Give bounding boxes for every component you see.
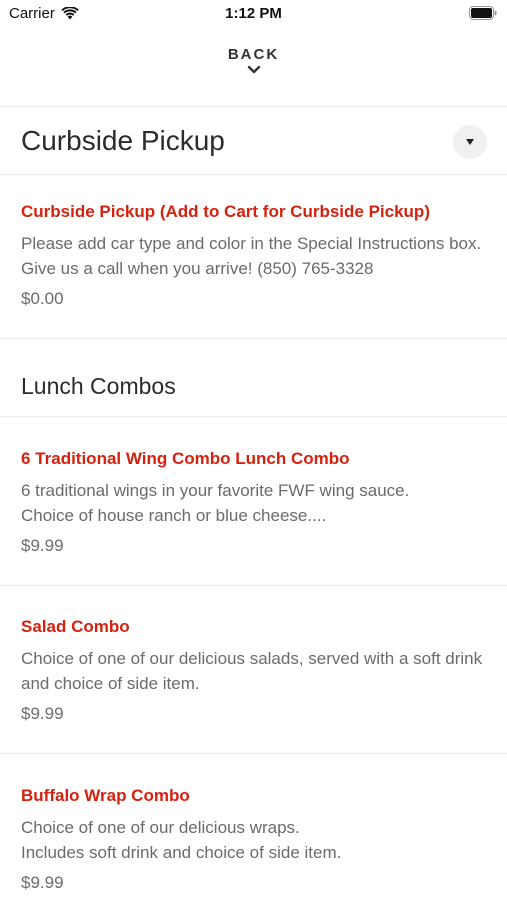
- back-button[interactable]: BACK: [0, 46, 507, 75]
- item-price: $9.99: [21, 704, 64, 723]
- caret-down-icon: [466, 139, 474, 145]
- section-title-lunch-combos: Lunch Combos: [21, 373, 176, 399]
- divider: [0, 106, 507, 107]
- menu-item-buffalo-wrap-combo[interactable]: Buffalo Wrap Combo Choice of one of our …: [21, 785, 491, 895]
- divider: [0, 753, 507, 754]
- section-dropdown-button[interactable]: [453, 125, 487, 159]
- menu-item-wing-combo[interactable]: 6 Traditional Wing Combo Lunch Combo 6 t…: [21, 448, 491, 558]
- item-name: Curbside Pickup (Add to Cart for Curbsid…: [21, 202, 430, 221]
- back-label: BACK: [227, 46, 280, 63]
- status-time: 1:12 PM: [225, 5, 282, 22]
- item-name: Salad Combo: [21, 617, 130, 636]
- item-description: 6 traditional wings in your favorite FWF…: [21, 481, 410, 525]
- item-description: Choice of one of our delicious salads, s…: [21, 649, 483, 693]
- divider: [0, 416, 507, 417]
- status-bar: Carrier 1:12 PM: [0, 0, 507, 30]
- item-price: $0.00: [21, 289, 64, 308]
- item-description: Choice of one of our delicious wraps. In…: [21, 818, 342, 862]
- chevron-down-icon: [247, 65, 260, 74]
- item-name: Buffalo Wrap Combo: [21, 786, 190, 805]
- item-price: $9.99: [21, 536, 64, 555]
- item-description: Please add car type and color in the Spe…: [21, 234, 482, 278]
- menu-item-salad-combo[interactable]: Salad Combo Choice of one of our delicio…: [21, 616, 491, 726]
- divider: [0, 338, 507, 339]
- battery-icon: [469, 6, 497, 20]
- item-name: 6 Traditional Wing Combo Lunch Combo: [21, 449, 350, 468]
- divider: [0, 174, 507, 175]
- divider: [0, 585, 507, 586]
- item-price: $9.99: [21, 873, 64, 892]
- menu-item-curbside-pickup[interactable]: Curbside Pickup (Add to Cart for Curbsid…: [21, 201, 491, 311]
- section-title-curbside: Curbside Pickup: [21, 125, 225, 156]
